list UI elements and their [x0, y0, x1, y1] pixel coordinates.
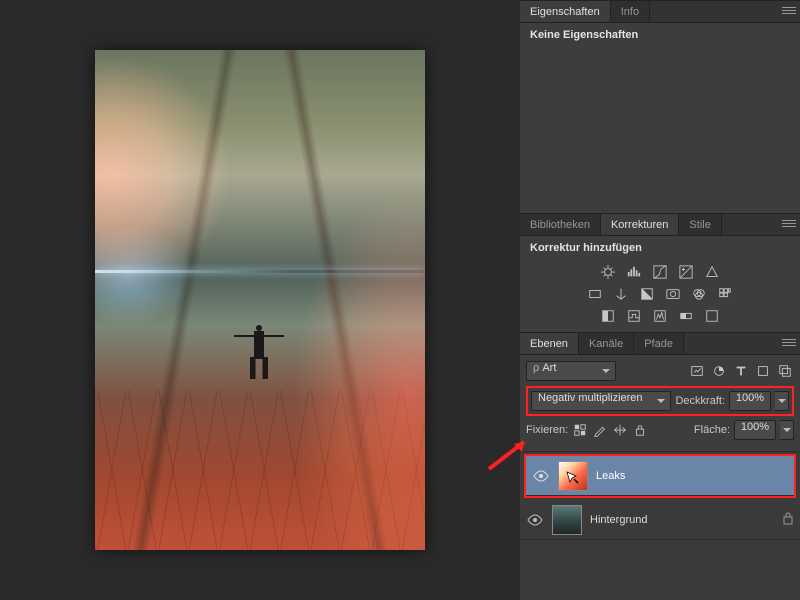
visibility-toggle-icon[interactable] [532, 470, 550, 482]
fill-field[interactable]: 100% [734, 420, 776, 440]
color-lookup-icon[interactable] [716, 286, 734, 302]
levels-icon[interactable] [625, 264, 643, 280]
layer-name-label[interactable]: Hintergrund [590, 514, 647, 526]
filter-pixel-icon[interactable] [688, 363, 706, 379]
tab-libraries[interactable]: Bibliotheken [520, 214, 601, 235]
invert-icon[interactable] [599, 308, 617, 324]
tab-info[interactable]: Info [611, 1, 650, 22]
lock-all-icon[interactable] [632, 422, 648, 438]
canvas-area [0, 0, 520, 600]
lock-pixels-icon[interactable] [592, 422, 608, 438]
hue-saturation-icon[interactable] [586, 286, 604, 302]
selective-color-icon[interactable] [703, 308, 721, 324]
tab-paths[interactable]: Pfade [634, 333, 684, 354]
opacity-dropdown-icon[interactable] [775, 391, 789, 411]
threshold-icon[interactable] [651, 308, 669, 324]
gradient-map-icon[interactable] [677, 308, 695, 324]
cursor-icon [565, 470, 581, 486]
tab-properties[interactable]: Eigenschaften [520, 1, 611, 22]
filter-shape-icon[interactable] [754, 363, 772, 379]
lock-position-icon[interactable] [612, 422, 628, 438]
lock-transparency-icon[interactable] [572, 422, 588, 438]
color-balance-icon[interactable] [612, 286, 630, 302]
opacity-label: Deckkraft: [675, 395, 725, 407]
filter-adjustment-icon[interactable] [710, 363, 728, 379]
layer-highlight: Leaks [524, 454, 796, 498]
right-panels: Eigenschaften Info Keine Eigenschaften B… [520, 0, 800, 600]
layer-name-label[interactable]: Leaks [596, 470, 625, 482]
tab-layers[interactable]: Ebenen [520, 333, 579, 354]
posterize-icon[interactable] [625, 308, 643, 324]
filter-type-icon[interactable] [732, 363, 750, 379]
tab-styles[interactable]: Stile [679, 214, 721, 235]
no-properties-label: Keine Eigenschaften [530, 29, 790, 41]
document-canvas[interactable] [95, 50, 425, 550]
lock-label: Fixieren: [526, 424, 568, 436]
fill-label: Fläche: [694, 424, 730, 436]
brightness-contrast-icon[interactable] [599, 264, 617, 280]
vibrance-icon[interactable] [703, 264, 721, 280]
black-white-icon[interactable] [638, 286, 656, 302]
layer-thumbnail[interactable] [558, 461, 588, 491]
panel-menu-icon[interactable] [782, 337, 796, 349]
exposure-icon[interactable] [677, 264, 695, 280]
properties-panel: Eigenschaften Info Keine Eigenschaften [520, 0, 800, 213]
tab-channels[interactable]: Kanäle [579, 333, 634, 354]
layer-row[interactable]: Leaks [526, 456, 794, 496]
visibility-toggle-icon[interactable] [526, 514, 544, 526]
tab-adjustments[interactable]: Korrekturen [601, 214, 679, 235]
opacity-field[interactable]: 100% [729, 391, 771, 411]
layer-list: Leaks Hintergrund [520, 452, 800, 600]
filter-smart-icon[interactable] [776, 363, 794, 379]
fill-dropdown-icon[interactable] [780, 420, 794, 440]
panel-menu-icon[interactable] [782, 218, 796, 230]
curves-icon[interactable] [651, 264, 669, 280]
image-light-leak-overlay [95, 50, 425, 550]
adjustments-panel: Bibliotheken Korrekturen Stile Korrektur… [520, 213, 800, 332]
add-adjustment-label: Korrektur hinzufügen [520, 236, 800, 260]
photo-filter-icon[interactable] [664, 286, 682, 302]
layer-row[interactable]: Hintergrund [520, 500, 800, 540]
layers-panel: Ebenen Kanäle Pfade ρ Art Negativ mul [520, 332, 800, 600]
adjustment-icons [520, 260, 800, 332]
layer-thumbnail[interactable] [552, 505, 582, 535]
channel-mixer-icon[interactable] [690, 286, 708, 302]
blend-mode-select[interactable]: Negativ multiplizieren [531, 391, 671, 411]
lock-indicator-icon [782, 511, 794, 528]
panel-menu-icon[interactable] [782, 5, 796, 17]
blend-mode-highlight: Negativ multiplizieren Deckkraft: 100% [526, 386, 794, 416]
layer-filter-select[interactable]: ρ Art [526, 361, 616, 381]
